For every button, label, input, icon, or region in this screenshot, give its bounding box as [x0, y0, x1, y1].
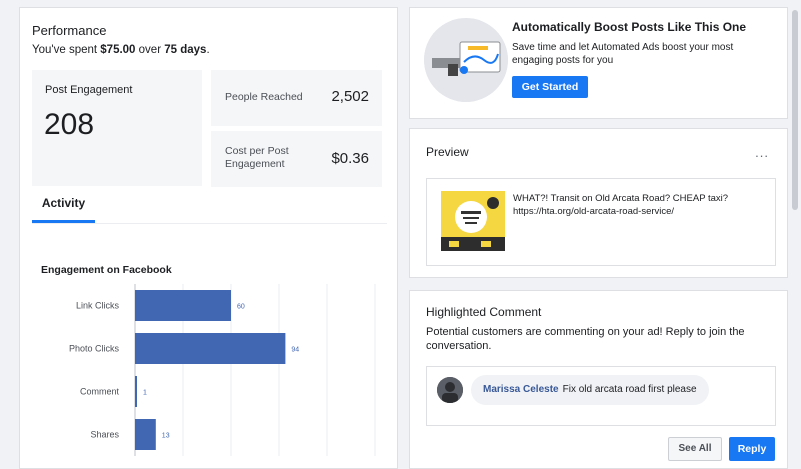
boost-illustration	[424, 18, 508, 102]
highlighted-comment-description: Potential customers are commenting on yo…	[426, 326, 745, 353]
chart-category-label: Link Clicks	[76, 301, 120, 311]
cost-per-engagement-value: $0.36	[331, 150, 369, 167]
avatar[interactable]	[437, 377, 463, 403]
chart-category-label: Comment	[80, 387, 120, 397]
scrollbar-thumb[interactable]	[792, 10, 798, 210]
chart-bar	[135, 333, 286, 364]
see-all-button[interactable]: See All	[668, 437, 722, 461]
post-engagement-metric: Post Engagement 208	[32, 70, 202, 186]
chart-title: Engagement on Facebook	[41, 264, 172, 276]
people-reached-metric: People Reached 2,502	[211, 70, 382, 126]
post-engagement-label: Post Engagement	[45, 84, 133, 96]
chart-value-label: 60	[237, 304, 245, 311]
preview-title: Preview	[426, 145, 469, 159]
people-reached-value: 2,502	[331, 88, 369, 105]
post-engagement-value: 208	[44, 108, 95, 141]
tab-activity[interactable]: Activity	[32, 196, 95, 221]
highlighted-comment-title: Highlighted Comment	[426, 305, 542, 319]
highlighted-comment-card: Highlighted Comment Potential customers …	[409, 290, 788, 469]
spent-days: 75 days	[164, 44, 207, 56]
post-preview[interactable]: WHAT?! Transit on Old Arcata Road? CHEAP…	[426, 178, 776, 266]
comment-box: Marissa Celeste Fix old arcata road first…	[426, 366, 776, 426]
reply-button[interactable]: Reply	[729, 437, 775, 461]
chart-bar	[135, 290, 231, 321]
chart-value-label: 94	[291, 347, 299, 354]
chart-category-label: Shares	[90, 430, 119, 440]
cost-per-engagement-label: Cost per Post Engagement	[225, 145, 289, 171]
spent-amount: $75.00	[100, 44, 136, 56]
boost-description: Save time and let Automated Ads boost yo…	[512, 42, 734, 66]
comment-bubble: Marissa Celeste Fix old arcata road first…	[471, 375, 709, 405]
chart-value-label: 1	[143, 390, 147, 397]
performance-card: Performance You've spent $75.00 over 75 …	[19, 7, 398, 469]
chart-value-label: 13	[162, 433, 170, 440]
performance-title: Performance	[32, 23, 107, 38]
chart-bar	[135, 419, 156, 450]
tab-divider	[32, 223, 387, 224]
post-text: WHAT?! Transit on Old Arcata Road? CHEAP…	[513, 193, 729, 217]
cost-per-engagement-metric: Cost per Post Engagement $0.36	[211, 131, 382, 187]
spent-summary: You've spent $75.00 over 75 days.	[32, 44, 210, 56]
comment-text: Fix old arcata road first please	[562, 384, 697, 395]
more-options-icon[interactable]: ...	[755, 145, 769, 160]
post-thumbnail	[441, 191, 505, 251]
boost-title: Automatically Boost Posts Like This One	[512, 20, 747, 34]
boost-card: Automatically Boost Posts Like This One …	[409, 7, 788, 119]
engagement-bar-chart: Link Clicks 60 Photo Clicks 94 Comment 1 Share…	[69, 284, 376, 456]
people-reached-label: People Reached	[225, 91, 303, 103]
chart-category-label: Photo Clicks	[69, 344, 120, 354]
chart-bar	[135, 376, 137, 407]
comment-author[interactable]: Marissa Celeste	[483, 384, 559, 395]
preview-card: Preview ... WHAT?! Transit on Old Arcata…	[409, 128, 788, 278]
get-started-button[interactable]: Get Started	[512, 76, 588, 98]
